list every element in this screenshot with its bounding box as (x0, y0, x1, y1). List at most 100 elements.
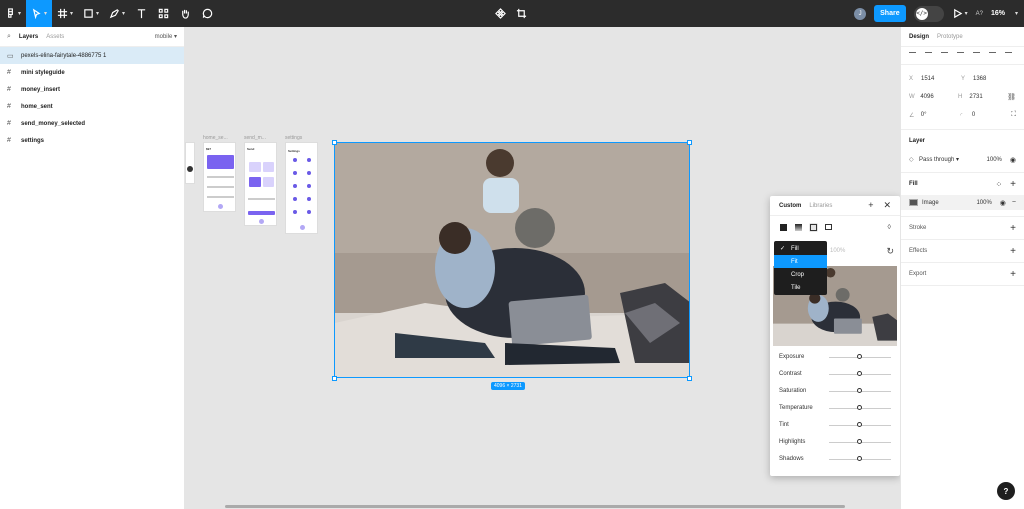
align-left-icon[interactable] (909, 52, 916, 59)
align-right-icon[interactable] (941, 52, 948, 59)
image-swatch[interactable] (909, 199, 918, 206)
component-button[interactable] (495, 0, 506, 27)
tab-assets[interactable]: Assets (46, 34, 64, 40)
hand-tool-button[interactable] (174, 0, 196, 27)
fill-row[interactable]: Image 100% ◉ − (901, 195, 1024, 210)
add-icon[interactable]: + (868, 200, 873, 211)
x-input[interactable]: 1514 (921, 76, 961, 82)
layer-item[interactable]: # send_money_selected (0, 115, 184, 132)
add-export-icon[interactable]: + (1010, 269, 1016, 280)
visibility-icon[interactable]: ◉ (1010, 156, 1016, 164)
aa-label[interactable]: A? (976, 11, 983, 17)
y-input[interactable]: 1368 (973, 76, 1013, 82)
video-fill-icon[interactable] (824, 223, 833, 232)
radius-input[interactable]: 0 (972, 112, 1011, 118)
main-menu-button[interactable]: ▾ (0, 0, 26, 27)
fill-visibility-icon[interactable]: ◉ (1000, 199, 1006, 207)
exposure-slider[interactable]: Exposure (779, 351, 891, 363)
mode-fill[interactable]: ✓ Fill (774, 242, 827, 255)
align-center-h-icon[interactable] (925, 52, 932, 59)
avatar[interactable]: J (854, 7, 867, 20)
blend-icon[interactable]: ◊ (888, 224, 891, 231)
mode-fit[interactable]: Fit (774, 255, 827, 268)
slider-knob[interactable] (857, 371, 862, 376)
shape-tool-button[interactable]: ▾ (78, 0, 104, 27)
close-icon[interactable]: ✕ (883, 200, 891, 211)
resize-handle-bl[interactable] (332, 376, 337, 381)
layer-item[interactable]: # home_sent (0, 98, 184, 115)
present-button[interactable]: ▾ (952, 0, 968, 27)
blend-mode-select[interactable]: Pass through ▾ (919, 156, 959, 163)
align-top-icon[interactable] (957, 52, 964, 59)
mobile-frame-home-sent[interactable]: $97 (203, 142, 236, 212)
search-icon[interactable]: ⌕ (7, 33, 11, 41)
frame-label-home-sent[interactable]: home_se... (203, 135, 228, 141)
highlights-slider[interactable]: Highlights (779, 436, 891, 448)
horizontal-scrollbar[interactable] (225, 505, 845, 508)
slider-knob[interactable] (857, 405, 862, 410)
crop-button[interactable] (516, 0, 527, 27)
frame-tool-button[interactable]: ▾ (52, 0, 78, 27)
image-fill-icon[interactable] (809, 222, 818, 232)
style-icon[interactable]: ⁘ (995, 180, 1002, 189)
resize-handle-tl[interactable] (332, 140, 337, 145)
h-input[interactable]: 2731 (969, 94, 1007, 100)
contrast-slider[interactable]: Contrast (779, 368, 891, 380)
mobile-frame-settings[interactable]: Settings (285, 142, 318, 234)
slider-knob[interactable] (857, 422, 862, 427)
image-opacity[interactable]: 100% (830, 248, 845, 254)
layer-item[interactable]: # settings (0, 132, 184, 149)
resize-handle-tr[interactable] (687, 140, 692, 145)
w-input[interactable]: 4096 (920, 94, 958, 100)
tab-design[interactable]: Design (909, 34, 929, 40)
remove-fill-icon[interactable]: − (1012, 199, 1016, 206)
frame-label-settings[interactable]: settings (285, 135, 302, 141)
selected-image[interactable] (334, 142, 690, 378)
align-bottom-icon[interactable] (989, 52, 996, 59)
tint-slider[interactable]: Tint (779, 419, 891, 431)
dev-mode-toggle[interactable]: </> (913, 5, 944, 22)
slider-knob[interactable] (857, 456, 862, 461)
mode-crop[interactable]: Crop (774, 268, 827, 281)
share-button[interactable]: Share (874, 5, 906, 22)
layer-item[interactable]: ▭ pexels-elina-fairytale-4886775 1 (0, 47, 184, 64)
gradient-fill-icon[interactable] (794, 223, 803, 232)
move-tool-button[interactable]: ▾ (26, 0, 52, 27)
add-fill-icon[interactable]: + (1010, 179, 1016, 190)
mobile-frame-send-money[interactable]: Send (244, 142, 277, 226)
tab-libraries[interactable]: Libraries (809, 203, 832, 209)
pen-tool-button[interactable]: ▾ (104, 0, 130, 27)
tab-custom[interactable]: Custom (779, 203, 801, 209)
mode-tile[interactable]: Tile (774, 281, 827, 294)
layer-item[interactable]: # money_insert (0, 81, 184, 98)
fill-opacity[interactable]: 100% (976, 200, 991, 206)
layer-item[interactable]: # mini styleguide (0, 64, 184, 81)
saturation-slider[interactable]: Saturation (779, 385, 891, 397)
rotate-icon[interactable]: ↻ (886, 246, 894, 257)
slider-knob[interactable] (857, 388, 862, 393)
slider-knob[interactable] (857, 439, 862, 444)
temperature-slider[interactable]: Temperature (779, 402, 891, 414)
solid-fill-icon[interactable] (779, 223, 788, 232)
constrain-proportions-icon[interactable]: ⛓ (1007, 93, 1016, 101)
add-effect-icon[interactable]: + (1010, 246, 1016, 257)
tab-prototype[interactable]: Prototype (937, 34, 963, 40)
slider-knob[interactable] (857, 354, 862, 359)
text-tool-button[interactable] (130, 0, 152, 27)
frame-label-send-money[interactable]: send_m... (244, 135, 266, 141)
help-button[interactable]: ? (997, 482, 1015, 500)
independent-corners-icon[interactable]: ⛶ (1011, 111, 1016, 119)
zoom-caret-icon[interactable]: ▾ (1015, 10, 1018, 17)
tab-layers[interactable]: Layers (19, 34, 38, 40)
resources-button[interactable] (152, 0, 174, 27)
rotation-input[interactable]: 0° (921, 112, 960, 118)
resize-handle-br[interactable] (687, 376, 692, 381)
mobile-frame-partial[interactable] (185, 142, 195, 184)
layer-opacity[interactable]: 100% (987, 157, 1002, 163)
page-selector[interactable]: mobile ▾ (155, 33, 177, 40)
zoom-level[interactable]: 16% (991, 10, 1005, 17)
align-center-v-icon[interactable] (973, 52, 980, 59)
distribute-icon[interactable] (1005, 52, 1012, 59)
shadows-slider[interactable]: Shadows (779, 453, 891, 465)
add-stroke-icon[interactable]: + (1010, 223, 1016, 234)
